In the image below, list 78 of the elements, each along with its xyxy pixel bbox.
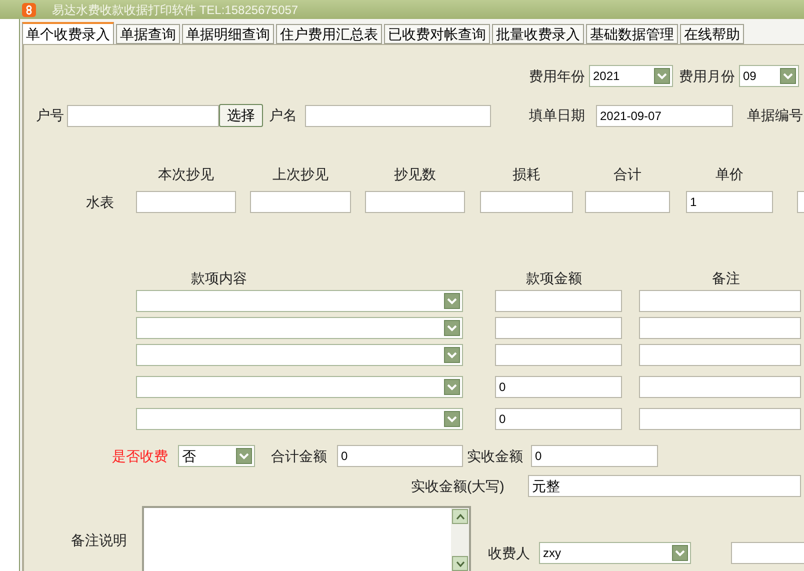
- input-field[interactable]: [639, 290, 801, 312]
- input-field[interactable]: [639, 317, 801, 339]
- input-field[interactable]: [639, 344, 801, 366]
- scrollbar[interactable]: [451, 508, 469, 571]
- input-field[interactable]: [365, 191, 465, 213]
- field-label: 损耗: [512, 165, 540, 183]
- dropdown-field[interactable]: 09: [739, 65, 799, 87]
- tab[interactable]: 单据明细查询: [182, 24, 274, 44]
- field-label: 实收金额(大写): [411, 476, 506, 496]
- input-field[interactable]: 元整: [528, 475, 801, 497]
- chevron-down-icon: [444, 293, 460, 309]
- field-label: 费用月份: [679, 66, 735, 86]
- field-label: 抄见数: [394, 165, 436, 183]
- input-field[interactable]: [495, 290, 622, 312]
- tab[interactable]: 基础数据管理: [586, 24, 678, 44]
- input-field[interactable]: [136, 191, 236, 213]
- field-label: 合计金额: [271, 446, 328, 466]
- field-label: 款项金额: [526, 268, 583, 288]
- input-field[interactable]: [639, 376, 801, 398]
- field-label: 水表: [86, 193, 115, 212]
- input-field[interactable]: [585, 191, 670, 213]
- field-label: 备注说明: [71, 530, 128, 550]
- input-field[interactable]: 0: [337, 445, 463, 467]
- field-label: 单据编号: [747, 106, 803, 125]
- chevron-down-icon: [780, 68, 796, 84]
- input-field[interactable]: 0: [495, 376, 622, 398]
- chevron-down-icon: [444, 320, 460, 336]
- tab[interactable]: 已收费对帐查询: [384, 24, 490, 44]
- scroll-up-icon[interactable]: [452, 509, 468, 524]
- tab[interactable]: 单据查询: [116, 24, 180, 44]
- tab[interactable]: 批量收费录入: [492, 24, 584, 44]
- dropdown-field[interactable]: zxy: [539, 542, 691, 564]
- input-field[interactable]: 0: [495, 408, 622, 430]
- select-button[interactable]: 选择: [219, 104, 263, 127]
- field-label: 单价: [716, 165, 744, 183]
- field-label: 备注: [712, 268, 741, 288]
- dropdown-field[interactable]: [136, 408, 463, 430]
- field-label: 户号: [36, 106, 65, 125]
- input-field[interactable]: [305, 104, 491, 126]
- field-label: 款项内容: [191, 268, 248, 288]
- tab[interactable]: 在线帮助: [680, 24, 744, 44]
- input-field[interactable]: [250, 191, 351, 213]
- field-label: 户名: [269, 106, 298, 125]
- field-label: 是否收费: [112, 446, 169, 466]
- dropdown-field[interactable]: 否: [178, 445, 255, 467]
- dropdown-field[interactable]: [136, 290, 463, 312]
- input-field[interactable]: 1: [686, 191, 773, 213]
- dropdown-field[interactable]: [136, 317, 463, 339]
- chevron-down-icon: [654, 68, 670, 84]
- chevron-down-icon: [672, 545, 688, 561]
- chevron-down-icon: [444, 347, 460, 363]
- input-field[interactable]: 0: [531, 445, 658, 467]
- app-icon: [22, 2, 36, 16]
- field-label: 本次抄见: [158, 165, 214, 183]
- chevron-down-icon: [444, 379, 460, 395]
- field-label: 实收金额: [467, 446, 524, 466]
- field-label: 费用年份: [529, 66, 585, 86]
- chevron-down-icon: [444, 411, 460, 427]
- field-label: 上次抄见: [272, 165, 328, 183]
- tab[interactable]: 住户费用汇总表: [276, 24, 382, 44]
- scroll-down-icon[interactable]: [452, 556, 468, 571]
- dropdown-field[interactable]: [136, 376, 463, 398]
- input-field[interactable]: [495, 317, 622, 339]
- field-label: 收费人: [488, 544, 531, 562]
- tab[interactable]: 单个收费录入: [22, 22, 114, 44]
- input-field[interactable]: [67, 104, 219, 126]
- window-title: 易达水费收款收据打印软件 TEL:15825675057: [52, 2, 298, 18]
- dropdown-field[interactable]: 2021: [589, 65, 673, 87]
- input-field[interactable]: [480, 191, 573, 213]
- field-label: 填单日期: [529, 106, 586, 125]
- input-field[interactable]: 2021-09-07: [596, 104, 733, 126]
- note-textarea[interactable]: [142, 506, 471, 571]
- input-field[interactable]: [495, 344, 622, 366]
- field-label: 合计: [614, 165, 642, 183]
- input-field[interactable]: [731, 542, 804, 564]
- dropdown-field[interactable]: [136, 344, 463, 366]
- input-field[interactable]: [639, 408, 801, 430]
- chevron-down-icon: [236, 448, 252, 464]
